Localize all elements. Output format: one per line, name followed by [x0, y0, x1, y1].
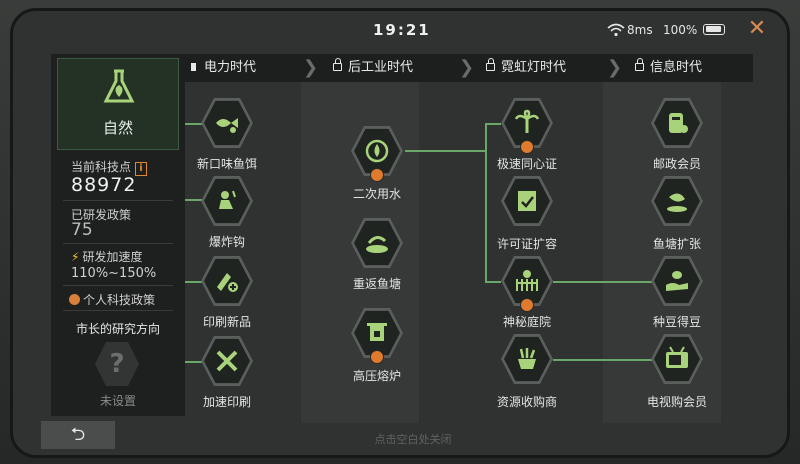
speed-label: ⚡ 研发加速度 [71, 250, 143, 264]
back-button[interactable]: ⮌ [41, 421, 115, 449]
lock-icon [635, 58, 644, 71]
question-icon[interactable]: ? [95, 342, 139, 386]
connector [485, 123, 501, 125]
close-icon[interactable]: ✕ [745, 17, 769, 41]
return-arrow-icon: ⮌ [70, 424, 86, 445]
tools-icon [216, 350, 238, 372]
garden-icon [516, 270, 538, 291]
divider [63, 310, 173, 311]
tech-label: 邮政会员 [652, 157, 701, 171]
pond-icon [366, 236, 388, 253]
info-icon[interactable]: i [135, 162, 148, 176]
tech-label: 神秘庭院 [502, 315, 551, 329]
close-hint: 点击空白处关闭 [374, 433, 452, 446]
fish-icon [667, 193, 687, 212]
era-header: 电力时代 ❯ 后工业时代 ❯ 霓虹灯时代 ❯ 信息时代 [183, 54, 753, 82]
lock-icon [333, 58, 342, 71]
personal-policy-button[interactable]: 个人科技政策 [69, 291, 155, 308]
tech-node-print-new[interactable] [201, 255, 253, 307]
era-tab-information[interactable]: 信息时代 [635, 54, 702, 82]
person-badge-icon [520, 140, 534, 154]
unset-label: 未设置 [99, 394, 136, 408]
palm-tree-icon [514, 109, 540, 133]
tech-label: 资源收购商 [496, 395, 557, 409]
tech-node-tv-member[interactable] [651, 333, 703, 385]
chevron-right-icon: ❯ [607, 57, 623, 78]
researched-value: 75 [71, 220, 93, 240]
connector [553, 359, 653, 361]
tech-node-return-pond[interactable] [351, 217, 403, 269]
tech-node-pond-expand[interactable] [651, 175, 703, 227]
tech-label: 印刷新品 [202, 315, 251, 329]
category-name: 自然 [102, 119, 133, 137]
tech-node-postal-member[interactable] [651, 97, 703, 149]
tech-label: 电视购会员 [646, 395, 707, 409]
points-value: 88972 [71, 174, 137, 196]
lock-icon [486, 58, 495, 71]
category-card[interactable]: 自然 [57, 58, 179, 150]
water-drop-icon [365, 139, 389, 163]
divider [63, 200, 173, 201]
tech-node-bean-harvest[interactable] [651, 255, 703, 307]
status-bar: 19:21 8ms 100% ✕ [13, 11, 787, 49]
tech-label: 二次用水 [352, 187, 401, 201]
license-icon [518, 191, 536, 211]
era-tab-neon[interactable]: 霓虹灯时代 [486, 54, 566, 82]
tech-node-license-expand[interactable] [501, 175, 553, 227]
connector [405, 150, 486, 152]
research-direction-title: 市长的研究方向 [75, 322, 160, 336]
era-tab-postindustrial[interactable]: 后工业时代 [333, 54, 413, 82]
era-tab-electric[interactable]: 电力时代 [191, 54, 256, 82]
tech-node-resource-buyer[interactable] [501, 333, 553, 385]
person-badge-icon [370, 350, 384, 364]
battery-icon [703, 24, 725, 35]
tech-label: 爆炸钩 [208, 235, 245, 249]
wifi-icon [607, 23, 625, 37]
divider [63, 243, 173, 244]
print-plus-icon [217, 273, 238, 292]
tech-label: 种豆得豆 [652, 315, 701, 329]
tech-label: 鱼塘扩张 [652, 237, 701, 251]
basket-icon [518, 348, 536, 369]
tech-node-reuse-water[interactable] [351, 125, 403, 182]
person-badge-icon [520, 298, 534, 312]
device-frame: 19:21 8ms 100% ✕ 电力时代 ❯ 后工业时代 ❯ 霓虹灯时代 ❯ … [0, 0, 800, 464]
tech-label: 加速印刷 [202, 395, 251, 409]
chevron-right-icon: ❯ [459, 57, 475, 78]
tech-label: 许可证扩容 [496, 237, 557, 251]
hand-seed-icon [666, 271, 688, 291]
tech-node-fast-concentric[interactable] [501, 97, 553, 154]
person-badge-icon [370, 168, 384, 182]
clock: 19:21 [373, 21, 431, 39]
tech-label: 极速同心证 [496, 157, 557, 171]
fish-bait-icon [216, 118, 238, 133]
lightning-icon: ⚡ [71, 250, 80, 264]
divider [63, 285, 173, 286]
tech-node-explosive-hook[interactable] [201, 175, 253, 227]
mailbox-icon [669, 113, 688, 133]
tv-icon [666, 346, 688, 368]
tech-node-new-bait[interactable] [201, 97, 253, 149]
speed-value: 110%~150% [71, 266, 157, 281]
chevron-right-icon: ❯ [303, 57, 319, 78]
tech-label: 高压熔炉 [352, 369, 401, 383]
tech-node-fast-print[interactable] [201, 335, 253, 387]
connector [553, 281, 653, 283]
tech-node-mystic-garden[interactable] [501, 255, 553, 312]
tech-label: 新口味鱼饵 [196, 157, 257, 171]
furnace-icon [367, 323, 387, 341]
person-icon [69, 294, 80, 305]
ping-value: 8ms [627, 23, 653, 37]
tech-label: 重返鱼塘 [352, 277, 401, 291]
hook-icon [219, 190, 236, 209]
flask-leaf-icon [103, 69, 135, 103]
battery-percent: 100% [663, 23, 698, 37]
connector [485, 123, 487, 283]
tech-node-pressure-furnace[interactable] [351, 307, 403, 364]
connector [485, 281, 501, 283]
sidebar: 自然 当前科技点 i 88972 已研发政策 75 ⚡ 研发加速度 110%~150… [51, 54, 185, 416]
game-screen: 19:21 8ms 100% ✕ 电力时代 ❯ 后工业时代 ❯ 霓虹灯时代 ❯ … [10, 8, 790, 458]
